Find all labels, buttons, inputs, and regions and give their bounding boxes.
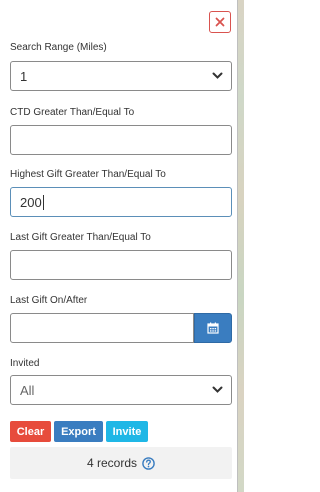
highest-gift-input[interactable]: 200 bbox=[10, 187, 232, 217]
invited-value: All bbox=[20, 382, 35, 398]
search-range-select[interactable]: 1 bbox=[10, 61, 232, 91]
last-gift-date-input[interactable] bbox=[10, 313, 194, 343]
calendar-button[interactable] bbox=[194, 313, 232, 343]
invite-button[interactable]: Invite bbox=[106, 421, 148, 442]
text-cursor bbox=[42, 194, 44, 210]
export-button[interactable]: Export bbox=[54, 421, 103, 442]
close-icon bbox=[215, 17, 225, 27]
close-button[interactable] bbox=[209, 11, 231, 33]
search-range-value: 1 bbox=[20, 68, 28, 84]
map-background bbox=[238, 0, 244, 492]
calendar-icon bbox=[207, 322, 219, 334]
filter-panel: Search Range (Miles) 1 CTD Greater Than/… bbox=[0, 0, 238, 492]
ctd-label: CTD Greater Than/Equal To bbox=[10, 107, 135, 118]
highest-gift-label: Highest Gift Greater Than/Equal To bbox=[10, 169, 166, 180]
question-circle-icon[interactable] bbox=[142, 456, 155, 470]
last-gift-date-label: Last Gift On/After bbox=[10, 295, 88, 306]
ctd-input[interactable] bbox=[10, 125, 232, 155]
invited-select[interactable]: All bbox=[10, 375, 232, 405]
highest-gift-value: 200 bbox=[20, 194, 42, 210]
search-range-label: Search Range (Miles) bbox=[10, 42, 107, 53]
invited-label: Invited bbox=[10, 358, 40, 369]
clear-button[interactable]: Clear bbox=[10, 421, 51, 442]
chevron-down-icon bbox=[212, 386, 223, 393]
records-count: 4 records bbox=[86, 456, 138, 470]
last-gift-amount-input[interactable] bbox=[10, 250, 232, 280]
chevron-down-icon bbox=[212, 72, 223, 79]
records-summary: 4 records bbox=[10, 447, 232, 479]
last-gift-amount-label: Last Gift Greater Than/Equal To bbox=[10, 232, 151, 243]
